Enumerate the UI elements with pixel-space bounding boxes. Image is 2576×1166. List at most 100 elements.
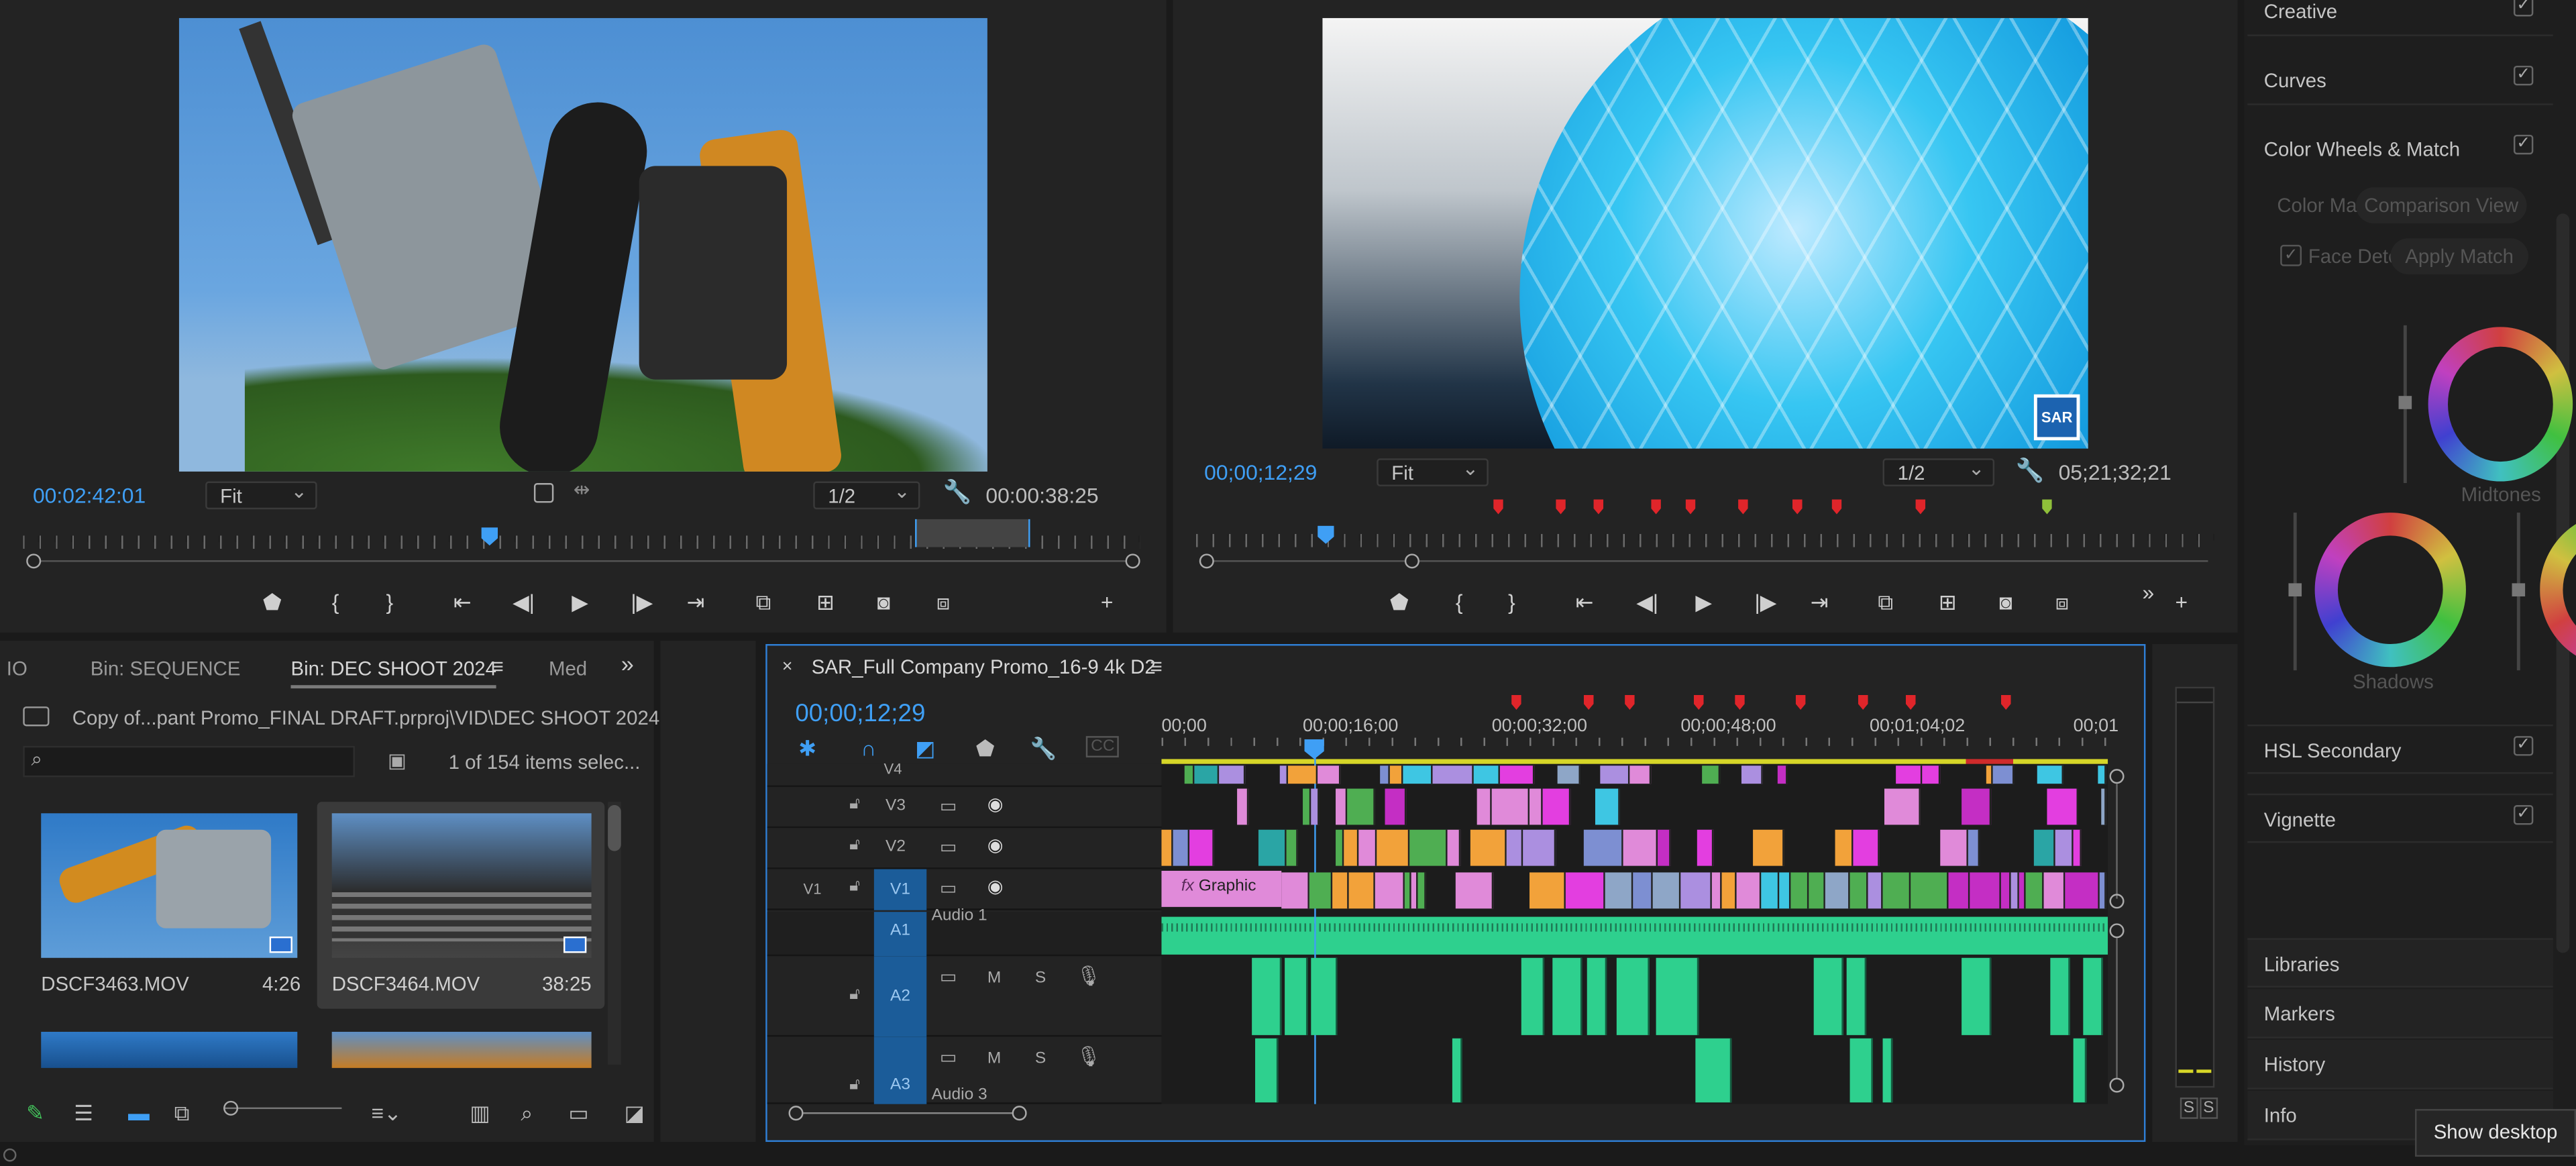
audio-clip[interactable] xyxy=(1695,1038,1732,1103)
audio-clip[interactable] xyxy=(2083,957,2103,1035)
button-editor-icon[interactable]: ⧈ xyxy=(936,590,950,616)
timeline-clip[interactable] xyxy=(1523,829,1556,866)
clip-thumbnail-dscf3463[interactable]: DSCF3463.MOV 4:26 xyxy=(30,802,309,1009)
timeline-clip[interactable] xyxy=(1161,829,1173,866)
program-mark-in-icon[interactable]: { xyxy=(1456,590,1463,615)
sort-icon[interactable]: ≡⌄ xyxy=(371,1101,401,1127)
sync-lock-icon[interactable]: ▭ xyxy=(940,795,957,816)
timeline-clip[interactable] xyxy=(1303,788,1311,825)
timeline-clip[interactable] xyxy=(1968,829,1980,866)
captions-icon[interactable]: CC xyxy=(1085,736,1120,757)
shadows-slider[interactable] xyxy=(2288,513,2302,671)
lumetri-section-curves[interactable]: Curves ✓ xyxy=(2247,56,2553,105)
timeline-clip[interactable] xyxy=(1389,765,1403,784)
solo-left-button[interactable]: S xyxy=(2180,1097,2198,1119)
timeline-clip[interactable] xyxy=(2065,872,2100,909)
lumetri-section-hsl-secondary[interactable]: HSL Secondary ✓ xyxy=(2247,725,2553,774)
lock-icon[interactable]: 🔓︎ xyxy=(849,878,860,896)
timeline-clip[interactable] xyxy=(1499,765,1535,784)
lock-icon[interactable]: 🔓︎ xyxy=(849,795,860,813)
snap-icon[interactable]: ∩ xyxy=(861,736,876,761)
audio-clip[interactable] xyxy=(1255,1038,1279,1103)
timeline-clip[interactable] xyxy=(1385,788,1407,825)
timeline-clip[interactable] xyxy=(1542,788,1571,825)
audio-clip[interactable] xyxy=(1521,957,1545,1035)
timeline-clip[interactable] xyxy=(1173,829,1190,866)
timeline-clip[interactable] xyxy=(1633,872,1653,909)
timeline-clip[interactable] xyxy=(1347,788,1375,825)
source-patch[interactable]: V1 xyxy=(804,881,822,897)
source-resolution-dropdown[interactable]: 1/2 xyxy=(813,480,920,510)
lock-icon[interactable]: 🔓︎ xyxy=(849,837,860,855)
timeline-clip[interactable] xyxy=(1835,829,1854,866)
mark-out-icon[interactable]: } xyxy=(386,590,394,615)
audio-clip[interactable] xyxy=(1656,957,1699,1035)
timeline-clip[interactable] xyxy=(1311,788,1320,825)
program-zoom-bar[interactable] xyxy=(1205,560,2208,562)
timeline-clip[interactable] xyxy=(1882,872,1911,909)
audio-clip[interactable] xyxy=(1616,957,1650,1035)
sequence-title[interactable]: SAR_Full Company Promo_16-9 4k D2 xyxy=(812,655,1156,678)
audio-clip[interactable] xyxy=(1813,957,1843,1035)
sequence-menu-icon[interactable]: ≡ xyxy=(1150,654,1163,679)
solo-button[interactable]: S xyxy=(1035,969,1046,988)
source-fit-dropdown[interactable]: Fit xyxy=(205,480,317,510)
graphic-clip[interactable]: fx Graphic xyxy=(1161,870,1282,907)
go-to-out-icon[interactable]: ⇥ xyxy=(687,590,705,616)
timeline-settings-icon[interactable]: 🔧 xyxy=(1030,736,1057,762)
program-timecode[interactable]: 00;00;12;29 xyxy=(1204,460,1317,485)
section-checkbox[interactable]: ✓ xyxy=(2513,805,2534,825)
comparison-icon[interactable]: ⧈ xyxy=(2055,590,2069,616)
mark-in-icon[interactable]: { xyxy=(332,590,339,615)
project-search-field[interactable]: ⌕ xyxy=(23,745,355,778)
microphone-icon[interactable]: 🎙︎ xyxy=(1076,965,1101,988)
add-marker-icon[interactable]: ⬟ xyxy=(976,736,995,762)
sync-lock-icon[interactable]: ▭ xyxy=(940,878,957,898)
timeline-clip[interactable] xyxy=(2098,765,2106,784)
markers-panel-tab[interactable]: Markers xyxy=(2247,989,2553,1039)
project-scrollbar[interactable] xyxy=(608,802,621,1065)
sync-lock-icon[interactable]: ▭ xyxy=(940,837,957,857)
tab-media[interactable]: Med xyxy=(549,657,587,680)
timeline-clip[interactable] xyxy=(1432,765,1474,784)
timeline-clip[interactable] xyxy=(1491,788,1530,825)
timeline-clip[interactable] xyxy=(1896,765,1923,784)
timeline-clip[interactable] xyxy=(1702,765,1721,784)
timeline-clip[interactable] xyxy=(1853,829,1880,866)
microphone-icon[interactable]: 🎙︎ xyxy=(1076,1045,1101,1068)
timeline-clip[interactable] xyxy=(1697,829,1714,866)
timeline-clip[interactable] xyxy=(1948,872,1970,909)
program-fit-dropdown[interactable]: Fit xyxy=(1377,457,1489,486)
program-step-forward-icon[interactable]: |▶ xyxy=(1755,590,1777,616)
step-back-icon[interactable]: ◀| xyxy=(513,590,535,616)
program-go-to-out-icon[interactable]: ⇥ xyxy=(1811,590,1829,616)
timeline-clip[interactable] xyxy=(2037,765,2063,784)
timeline-clip[interactable] xyxy=(1375,872,1405,909)
timeline-clip[interactable] xyxy=(1922,765,1941,784)
mute-button[interactable]: M xyxy=(987,969,1001,988)
go-to-in-icon[interactable]: ⇤ xyxy=(453,590,472,616)
audio-clip-a1[interactable] xyxy=(1161,916,2108,955)
nest-icon[interactable]: ✱ xyxy=(798,736,816,762)
timeline-clip[interactable] xyxy=(1623,829,1658,866)
clip-thumbnail-dscf3464[interactable]: DSCF3464.MOV 38:25 xyxy=(317,802,605,1009)
eye-icon[interactable]: ◉ xyxy=(987,794,1004,814)
timeline-clip[interactable] xyxy=(1309,872,1333,909)
zoom-slider[interactable] xyxy=(223,1107,342,1110)
more-icon[interactable]: » xyxy=(2142,580,2154,604)
lock-icon[interactable]: 🔓︎ xyxy=(849,986,860,1004)
timeline-clip[interactable] xyxy=(1741,765,1763,784)
timeline-clip[interactable] xyxy=(1600,765,1630,784)
source-timecode[interactable]: 00:02:42:01 xyxy=(33,483,146,508)
timeline-clip[interactable] xyxy=(1219,765,1246,784)
audio-clip[interactable] xyxy=(1962,957,1992,1035)
insert-overwrite-icon[interactable]: ⇹ xyxy=(574,478,590,501)
timeline-clip[interactable] xyxy=(1529,872,1566,909)
audio-clip[interactable] xyxy=(1285,957,1308,1035)
timeline-clip[interactable] xyxy=(1470,829,1507,866)
timeline-clip[interactable] xyxy=(1473,765,1500,784)
timeline-clip[interactable] xyxy=(2055,829,2074,866)
timeline-clip[interactable] xyxy=(2047,788,2078,825)
solo-right-button[interactable]: S xyxy=(2200,1097,2218,1119)
timeline-clip[interactable] xyxy=(2099,872,2106,909)
